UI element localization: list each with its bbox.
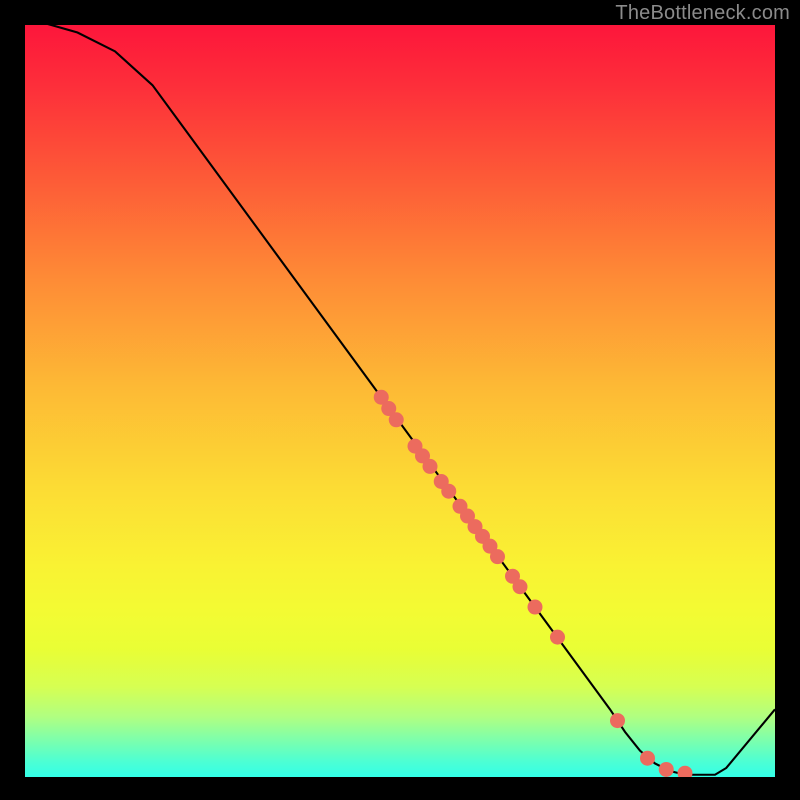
scatter-dot — [610, 713, 625, 728]
scatter-dot — [389, 412, 404, 427]
scatter-points — [374, 390, 693, 777]
scatter-dot — [528, 600, 543, 615]
bottleneck-curve — [25, 25, 775, 775]
scatter-dot — [550, 630, 565, 645]
scatter-dot — [513, 579, 528, 594]
scatter-dot — [490, 549, 505, 564]
scatter-dot — [423, 459, 438, 474]
watermark-text: TheBottleneck.com — [615, 2, 790, 25]
scatter-dot — [640, 751, 655, 766]
chart-overlay-svg — [25, 25, 775, 777]
scatter-dot — [441, 484, 456, 499]
scatter-dot — [659, 762, 674, 777]
chart-frame — [25, 25, 775, 777]
scatter-dot — [678, 766, 693, 777]
